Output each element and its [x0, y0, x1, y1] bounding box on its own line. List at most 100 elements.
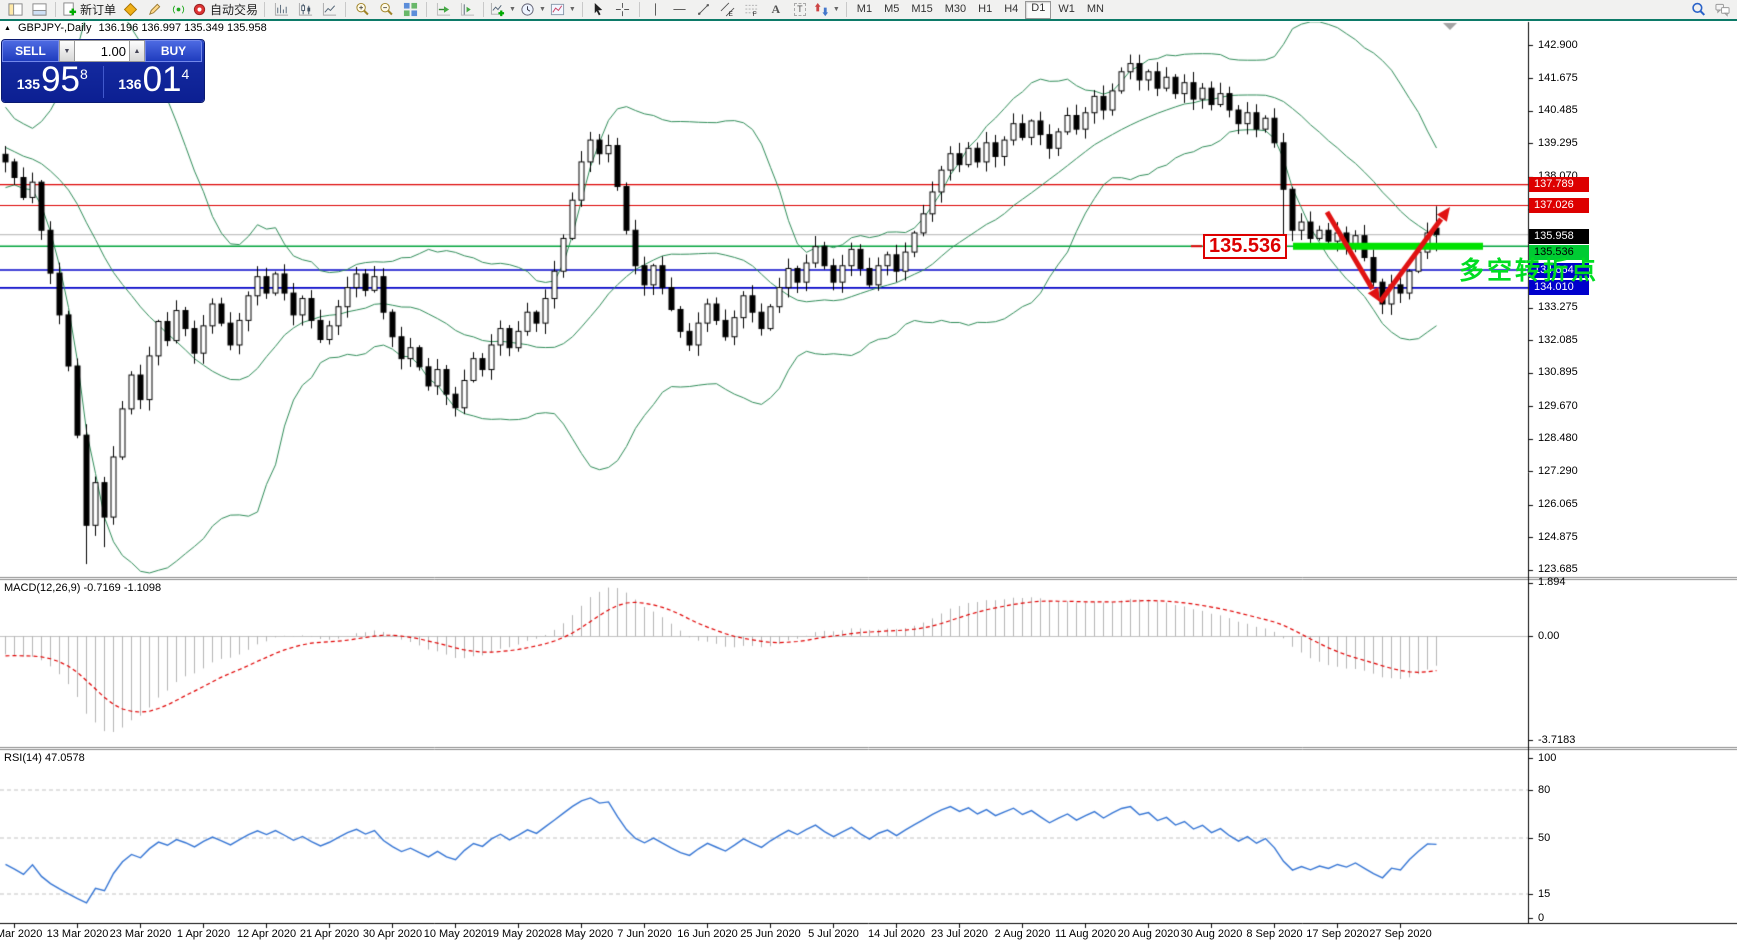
market-watch-icon[interactable]: [118, 1, 142, 18]
auto-scroll-icon[interactable]: [431, 1, 455, 18]
signals-icon[interactable]: [166, 1, 190, 18]
pivot-annotation[interactable]: 多空转折点: [1459, 251, 1599, 287]
chat-icon[interactable]: [1710, 1, 1734, 18]
timeframe-d1-button[interactable]: D1: [1025, 0, 1052, 19]
panel-toggle-icon[interactable]: [3, 1, 27, 18]
timeframe-m15-button[interactable]: M15: [906, 2, 937, 18]
zoom-in-icon[interactable]: [350, 1, 374, 18]
price-badge: 137.026: [1529, 197, 1589, 213]
toolbar-separator: [638, 2, 640, 17]
price-tick-label: 127.290: [1538, 464, 1578, 477]
toolbar-separator: [845, 2, 847, 17]
macd-values: -0.7169 -1.1098: [83, 582, 162, 594]
horizontal-line-icon[interactable]: [668, 1, 692, 18]
dropdown-caret-icon[interactable]: ▼: [539, 6, 546, 13]
rsi-tick-label: 100: [1538, 751, 1557, 764]
toolbar-separator: [264, 2, 266, 17]
crosshair-icon[interactable]: [611, 1, 635, 18]
dropdown-caret-icon[interactable]: ▼: [509, 6, 516, 13]
date-label: 5 Jul 2020: [808, 928, 859, 940]
dropdown-caret-icon[interactable]: ▼: [569, 6, 576, 13]
price-tick-label: 132.085: [1538, 333, 1578, 346]
toolbar-separator: [483, 2, 485, 17]
price-tick-label: 139.295: [1538, 136, 1578, 149]
date-label: 17 Sep 2020: [1306, 928, 1369, 940]
rsi-tick-label: 15: [1538, 887, 1551, 900]
sell-price-main: 95: [41, 60, 80, 99]
sell-price[interactable]: 135 95 8: [2, 60, 103, 99]
chart-area[interactable]: [0, 0, 1737, 941]
price-badge: 137.789: [1529, 177, 1589, 193]
toolbar-separator: [581, 2, 583, 17]
date-label: 7 Jun 2020: [617, 928, 672, 940]
line-chart-icon[interactable]: [317, 1, 341, 18]
buy-price-pip: 4: [181, 66, 190, 82]
date-label: 23 Mar 2020: [109, 928, 172, 940]
symbol-title: ▲ GBPJPY-,Daily 136.196 136.997 135.349 …: [4, 22, 267, 34]
text-label-icon[interactable]: T: [788, 1, 812, 18]
text-icon[interactable]: A: [764, 1, 788, 18]
price-tick-label: 142.900: [1538, 38, 1578, 51]
new-order-button[interactable]: 新订单: [60, 1, 118, 18]
date-label: 19 May 2020: [486, 928, 551, 940]
mt4-window: 新订单 自动交易 ▼ ▼ ▼ E F A T ▼ M1 M5 M15 M30 H1 H4 D1 W1 MN ▲ GB…: [0, 0, 1737, 941]
price-tick-label: 130.895: [1538, 366, 1578, 379]
chart-shift-icon[interactable]: [455, 1, 479, 18]
date-label: 20 Aug 2020: [1117, 928, 1180, 940]
zoom-out-icon[interactable]: [374, 1, 398, 18]
timeframe-mn-button[interactable]: MN: [1082, 2, 1109, 18]
cursor-icon[interactable]: [587, 1, 611, 18]
search-icon[interactable]: [1686, 1, 1710, 18]
symbol-name: GBPJPY-,Daily: [17, 22, 92, 34]
price-tick-label: 129.670: [1538, 399, 1578, 412]
equidistant-channel-icon[interactable]: E: [716, 1, 740, 18]
rsi-name: RSI(14): [4, 752, 42, 764]
one-click-trading-panel: SELL ▼ ▲ BUY 135 95 8 136 01 4: [2, 40, 204, 102]
buy-price[interactable]: 136 01 4: [104, 62, 205, 99]
rsi-tick-label: 50: [1538, 831, 1551, 844]
sell-button[interactable]: SELL: [2, 40, 59, 62]
price-tick-label: 123.685: [1538, 563, 1578, 576]
window-layout-icon[interactable]: [27, 1, 51, 18]
volume-decrease-button[interactable]: ▼: [59, 40, 75, 62]
macd-tick-label: -3.7183: [1538, 733, 1576, 746]
timeframe-h1-button[interactable]: H1: [973, 2, 997, 18]
vertical-line-icon[interactable]: [644, 1, 668, 18]
svg-text:F: F: [753, 11, 757, 17]
metaeditor-icon[interactable]: [142, 1, 166, 18]
price-badge: 135.958: [1529, 229, 1589, 245]
new-order-label: 新订单: [80, 3, 117, 17]
timeframe-w1-button[interactable]: W1: [1053, 2, 1080, 18]
trade-panel-price-row: 135 95 8 136 01 4: [2, 62, 204, 102]
date-label: 12 Apr 2020: [236, 928, 297, 940]
support-price-label[interactable]: 135.536: [1203, 234, 1288, 259]
auto-trading-button[interactable]: 自动交易: [190, 1, 260, 18]
tile-windows-icon[interactable]: [398, 1, 422, 18]
timeframe-m30-button[interactable]: M30: [940, 2, 971, 18]
trend-line-icon[interactable]: [692, 1, 716, 18]
window-border: [0, 19, 1737, 21]
volume-input[interactable]: [75, 40, 129, 62]
fibonacci-icon[interactable]: F: [740, 1, 764, 18]
timeframe-m1-button[interactable]: M1: [852, 2, 877, 18]
timeframe-h4-button[interactable]: H4: [999, 2, 1023, 18]
dropdown-caret-icon[interactable]: ▼: [833, 6, 840, 13]
date-label: 30 Aug 2020: [1180, 928, 1243, 940]
sell-price-pip: 8: [80, 66, 88, 82]
date-label: 27 Sep 2020: [1369, 928, 1432, 940]
candlestick-chart-icon[interactable]: [293, 1, 317, 18]
buy-button[interactable]: BUY: [145, 40, 202, 62]
timeframe-m5-button[interactable]: M5: [879, 2, 904, 18]
bar-chart-icon[interactable]: [269, 1, 293, 18]
arrows-icon[interactable]: ▼: [812, 1, 842, 18]
date-label: 25 Jun 2020: [740, 928, 801, 940]
template-icon[interactable]: ▼: [548, 1, 578, 18]
period-icon[interactable]: ▼: [518, 1, 548, 18]
volume-increase-button[interactable]: ▲: [129, 40, 145, 62]
collapse-marker-icon[interactable]: ▲: [4, 25, 11, 32]
date-label: 14 Jul 2020: [868, 928, 925, 940]
date-label: 30 Apr 2020: [362, 928, 423, 940]
date-label: 16 Jun 2020: [677, 928, 738, 940]
add-indicator-icon[interactable]: ▼: [488, 1, 518, 18]
rsi-tick-label: 80: [1538, 783, 1551, 796]
